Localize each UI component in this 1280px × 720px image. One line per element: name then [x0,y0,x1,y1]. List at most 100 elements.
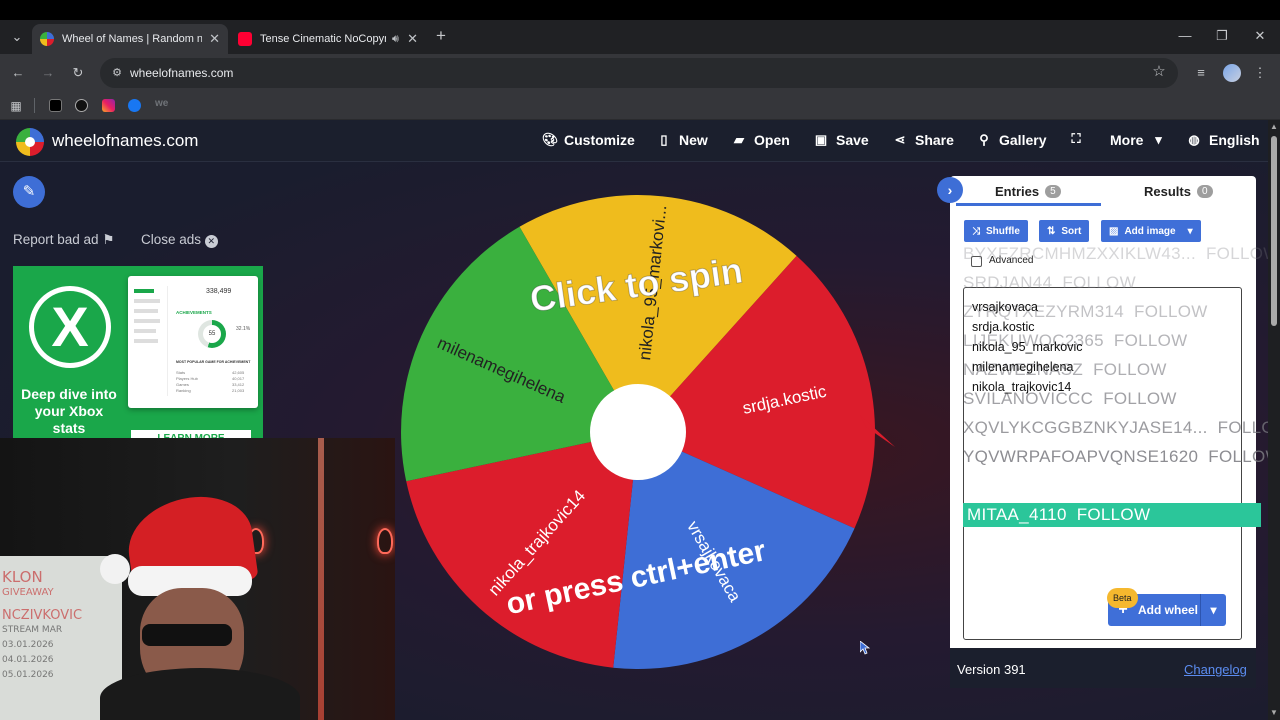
bookmarks-bar: ▦ we [0,92,1280,120]
changelog-link[interactable]: Changelog [1184,662,1247,677]
apps-grid-icon[interactable]: ▦ [7,98,25,114]
browser-tab-youtube[interactable]: Tense Cinematic NoCopyrig 🔊︎ ✕ [230,24,426,54]
follow-label: FOLLOW [1134,302,1208,321]
xbox-stats-ad[interactable]: X Deep dive into your Xbox stats 338,499… [13,266,263,438]
we-bookmark[interactable]: we [155,98,168,109]
follow-label: FOLLOW [1093,360,1167,379]
follower-name: MITAA_4110 [967,505,1067,524]
close-ads-link[interactable]: Close ads ✕ [141,232,218,248]
add-wheel-dropdown-caret-icon[interactable]: ▾ [1200,594,1226,626]
scroll-down-arrow-icon[interactable]: ▼ [1270,708,1278,717]
save-button[interactable]: ▣ Save [814,132,869,148]
mouse-cursor-icon [860,641,870,655]
follow-label: FOLLOW [1217,418,1270,437]
open-button[interactable]: ▰ Open [732,132,790,148]
results-tab-label: Results [1144,184,1191,199]
pencil-icon: ✎ [22,183,36,200]
browser-tab-wheel-of-names[interactable]: Wheel of Names | Random nam ✕ [32,24,228,54]
instagram-bookmark-icon[interactable] [102,99,115,112]
follow-label: FOLLOW [1103,389,1177,408]
site-navbar: wheelofnames.com 🎨︎ Customize ▯ New ▰ Open … [0,120,1268,162]
ad-stat-number: 338,499 [206,288,232,295]
add-image-button[interactable]: ▨ Add image ▾ [1101,220,1201,242]
follower-name: FILIIPOVICA [963,476,1065,495]
follow-alert-row: SRDJAN44 FOLLOW [963,273,1261,293]
forward-arrow-icon[interactable]: → [39,65,57,81]
audio-playing-icon[interactable]: 🔊︎ [392,33,399,46]
customize-button[interactable]: 🎨︎ Customize [542,132,635,148]
reload-icon[interactable]: ↻ [69,65,87,81]
tiktok-bookmark-icon[interactable] [49,99,62,112]
follow-alert-row: BYXFZRCMHMZXXIKLW43... FOLLOW [963,244,1270,264]
scroll-up-arrow-icon[interactable]: ▲ [1270,122,1278,131]
edit-pencil-button[interactable]: ✎ [13,176,45,208]
chevron-right-icon: › [947,182,953,198]
address-bar[interactable]: ⚙ wheelofnames.com ☆ [100,58,1178,88]
whiteboard-line: 03.01.2026 [2,640,54,650]
shuffle-button[interactable]: ⤨ Shuffle [964,220,1028,242]
entry-line: vrsajkovaca [972,300,1038,314]
tab-results[interactable]: Results 0 [1144,184,1213,199]
follower-name: SRDJAN44 [963,273,1053,292]
neon-flame-icon [377,528,393,554]
xbox-logo-icon: X [29,286,111,368]
share-label: Share [915,132,954,148]
name-wheel[interactable]: nikola_95_markovi...srdja.kosticvrsajkov… [398,192,898,670]
whiteboard-line: 05.01.2026 [2,670,54,680]
site-info-icon[interactable]: ⚙ [108,65,126,81]
browser-menu-icon[interactable]: ⋮ [1251,65,1269,81]
language-button[interactable]: ◍ English [1187,132,1259,148]
close-tab-icon[interactable]: ✕ [203,31,220,47]
follow-alert-row: YQVWRPAFOAPVQNSE1620 FOLLOW [963,447,1270,467]
media-control-icon[interactable]: ≡ [1192,65,1210,81]
palette-icon: 🎨︎ [542,132,559,147]
site-logo-icon[interactable] [16,128,44,156]
ad-list-values: 42,605 40,017 33,412 21,003 [232,370,245,393]
sort-button[interactable]: ⇅ Sort [1039,220,1090,242]
restore-window-icon[interactable]: ❐ [1213,28,1231,44]
wheel-center-hub[interactable] [590,384,686,480]
minimize-window-icon[interactable]: — [1176,28,1194,44]
image-icon: ▨ [1109,225,1119,237]
close-tab-icon[interactable]: ✕ [401,31,418,47]
back-arrow-icon[interactable]: ← [9,65,27,81]
new-button[interactable]: ▯ New [657,132,707,148]
follow-label: FOLLOW [1062,273,1136,292]
streamer-shoulders [100,668,300,720]
bookmark-star-icon[interactable]: ☆ [1150,64,1168,80]
facebook-bookmark-icon[interactable] [128,99,141,112]
entries-tab-label: Entries [995,184,1040,199]
profile-avatar[interactable] [1223,64,1241,82]
share-button[interactable]: ⋖ Share [893,132,954,148]
caret-down-icon: ▾ [1187,225,1193,237]
page-scrollbar[interactable]: ▲ ▼ [1268,120,1280,720]
tab-title: Wheel of Names | Random nam [62,33,202,45]
customize-label: Customize [564,132,635,148]
close-circle-icon: ✕ [204,235,218,248]
close-window-icon[interactable]: ✕ [1251,28,1269,44]
sort-icon: ⇅ [1047,225,1056,237]
more-menu-button[interactable]: More ▾ [1110,132,1165,148]
new-tab-icon[interactable]: + [432,27,450,44]
ad-cta-button[interactable]: LEARN MORE [131,430,251,438]
sort-label: Sort [1061,225,1082,237]
save-label: Save [836,132,869,148]
ad-stats-card: 338,499 ACHIEVEMENTS 55 32.1% MOST POPUL… [128,276,258,408]
threads-bookmark-icon[interactable] [75,99,88,112]
tab-entries[interactable]: Entries 5 [995,184,1061,199]
site-logo-text[interactable]: wheelofnames.com [52,131,198,151]
entry-line: nikola_trajkovic14 [972,380,1072,394]
more-label: More [1110,132,1144,148]
gallery-button[interactable]: ⚲ Gallery [977,132,1046,148]
follow-label: FOLLOW [1076,505,1151,524]
tab-search-chevron-icon[interactable]: ⌄ [8,29,26,45]
collapse-panel-button[interactable]: › [937,177,963,203]
entry-line: nikola_95_markovic [972,340,1083,354]
follower-name: YQVWRPAFOAPVQNSE1620 [963,447,1199,466]
scrollbar-thumb[interactable] [1271,136,1277,326]
report-bad-ad-link[interactable]: Report bad ad ⚑ [13,232,114,248]
youtube-favicon-icon [238,32,252,46]
fullscreen-button[interactable]: ⛶ [1069,132,1083,146]
caret-down-icon: ▾ [1155,132,1162,147]
ad-progress-ring: 55 [198,320,226,348]
